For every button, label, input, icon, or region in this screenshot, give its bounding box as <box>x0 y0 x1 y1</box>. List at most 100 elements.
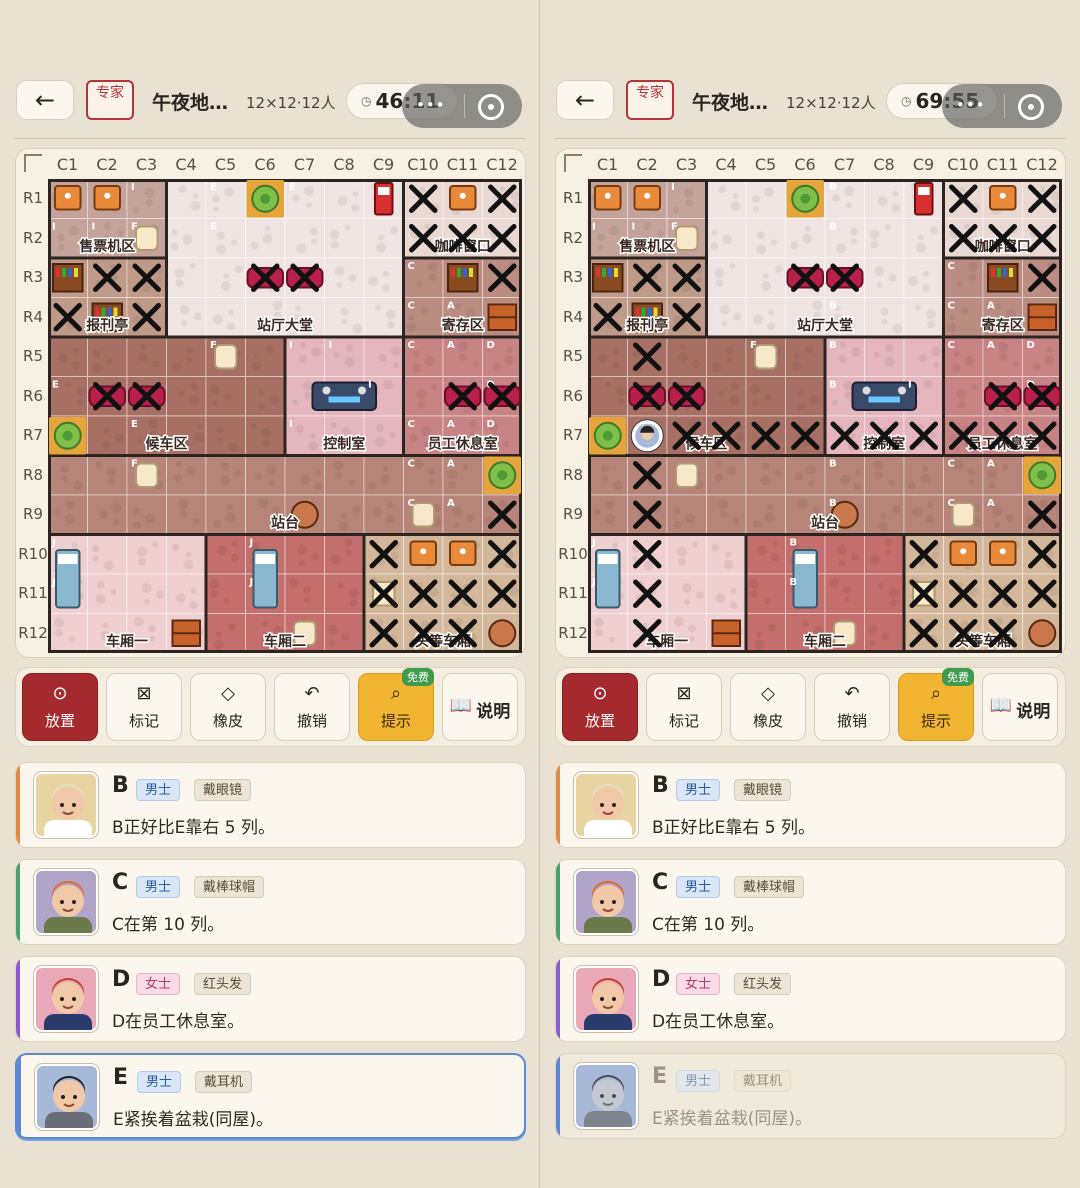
grid-cell[interactable] <box>166 376 207 417</box>
suspect-card[interactable]: C 男士 戴棒球帽 C在第 10 列。 <box>15 859 526 945</box>
undo-button[interactable]: ↶ 撤销 <box>814 673 890 741</box>
table-icon <box>449 540 477 566</box>
floor-texture <box>348 479 355 486</box>
grid-cell[interactable] <box>324 534 365 575</box>
grid-cell[interactable] <box>666 534 707 575</box>
floor-texture <box>345 549 352 556</box>
grid-cell[interactable] <box>745 218 786 259</box>
more-menu-icon[interactable]: ••• <box>416 96 446 114</box>
back-button[interactable]: ← <box>16 80 74 120</box>
suspect-card[interactable]: B 男士 戴眼镜 B正好比E靠右 5 列。 <box>555 762 1066 848</box>
close-miniapp-icon[interactable] <box>478 94 504 120</box>
grid-cell[interactable] <box>205 534 246 575</box>
grid-cell[interactable] <box>745 297 786 338</box>
grid-cell[interactable] <box>363 415 404 456</box>
floor-texture <box>175 279 184 287</box>
grid-cell[interactable] <box>706 376 747 417</box>
placed-suspect-avatar[interactable] <box>630 419 664 453</box>
back-button[interactable]: ← <box>556 80 614 120</box>
grid-cell[interactable] <box>284 534 325 575</box>
help-button[interactable]: 📖 说明 <box>982 673 1058 741</box>
close-miniapp-icon[interactable] <box>1018 94 1044 120</box>
suspect-card[interactable]: E 男士 戴耳机 E紧挨着盆栽(同屋)。 <box>15 1053 526 1139</box>
column-label: C11 <box>986 155 1019 174</box>
grid-cell[interactable] <box>166 573 207 614</box>
capsule-separator <box>1004 94 1005 118</box>
suspect-card[interactable]: B 男士 戴眼镜 B正好比E靠右 5 列。 <box>15 762 526 848</box>
floor-texture <box>330 554 341 565</box>
floor-texture <box>289 578 299 588</box>
grid-cell[interactable] <box>166 455 207 496</box>
eraser-button[interactable]: ◇ 橡皮 <box>730 673 806 741</box>
floor-texture <box>927 320 935 329</box>
grid-cell[interactable] <box>87 573 128 614</box>
grid-cell[interactable] <box>864 534 905 575</box>
more-menu-icon[interactable]: ••• <box>956 96 986 114</box>
grid-cell[interactable] <box>745 179 786 219</box>
grid-cell[interactable] <box>48 613 88 654</box>
grid-cell[interactable] <box>205 297 246 338</box>
grid-cell[interactable] <box>363 297 404 338</box>
floor-texture <box>212 400 218 407</box>
grid-cell[interactable] <box>706 179 747 219</box>
grid-cell[interactable] <box>166 336 207 377</box>
grid-cell[interactable] <box>864 257 905 298</box>
grid-cell[interactable] <box>785 376 826 417</box>
floor-texture <box>729 263 736 269</box>
grid-cell[interactable] <box>166 179 207 219</box>
hint-button[interactable]: ⌕ 提示 免费 <box>358 668 434 741</box>
puzzle-grid[interactable]: IEEIIFECCAFIICADEIDEICADFCACAJJJJ售票机区报刊亭… <box>48 179 522 653</box>
candidate-letter: I <box>329 340 333 351</box>
grid-cell[interactable] <box>706 257 747 298</box>
grid-cell[interactable] <box>205 415 246 456</box>
grid-cell[interactable] <box>245 455 286 496</box>
grid-cell[interactable] <box>864 336 905 377</box>
undo-button[interactable]: ↶ 撤销 <box>274 673 350 741</box>
grid-cell[interactable] <box>706 573 747 614</box>
eraser-button[interactable]: ◇ 橡皮 <box>190 673 266 741</box>
grid-cell[interactable] <box>324 257 365 298</box>
place-button[interactable]: ⊙ 放置 <box>22 673 98 741</box>
grid-cell[interactable] <box>785 336 826 377</box>
floor-texture <box>352 505 361 513</box>
grid-cell[interactable] <box>588 455 628 496</box>
grid-cell[interactable] <box>824 534 865 575</box>
card-accent <box>16 957 20 1041</box>
floor-texture <box>303 586 311 594</box>
grid-cell[interactable] <box>864 455 905 496</box>
grid-cell[interactable] <box>166 257 207 298</box>
grid-cell[interactable] <box>363 494 404 535</box>
grid-cell[interactable] <box>785 455 826 496</box>
grid-cell[interactable] <box>745 613 786 654</box>
column-label: C12 <box>1026 155 1058 174</box>
grid-cell[interactable] <box>745 534 786 575</box>
mark-button[interactable]: ⊠ 标记 <box>106 673 182 741</box>
suspect-card[interactable]: E 男士 戴耳机 E紧挨着盆栽(同屋)。 <box>555 1053 1066 1139</box>
place-button[interactable]: ⊙ 放置 <box>562 673 638 741</box>
floor-texture <box>725 346 734 354</box>
help-button[interactable]: 📖 说明 <box>442 673 518 741</box>
suspect-card[interactable]: D 女士 红头发 D在员工休息室。 <box>15 956 526 1042</box>
grid-cell[interactable] <box>245 376 286 417</box>
mark-button[interactable]: ⊠ 标记 <box>646 673 722 741</box>
puzzle-grid[interactable]: IBIIFBCBCAFBCADBIDBCABCAJBJB售票机区报刊亭站厅大堂咖… <box>588 179 1062 653</box>
floor-texture <box>711 229 718 236</box>
grid-cell[interactable] <box>284 218 325 259</box>
grid-cell[interactable] <box>205 613 246 654</box>
grid-cell[interactable] <box>706 336 747 377</box>
suspect-card[interactable]: D 女士 红头发 D在员工休息室。 <box>555 956 1066 1042</box>
suspect-card[interactable]: C 男士 戴棒球帽 C在第 10 列。 <box>555 859 1066 945</box>
grid-cell[interactable] <box>903 297 944 338</box>
grid-cell[interactable] <box>706 455 747 496</box>
grid-cell[interactable] <box>903 494 944 535</box>
back-arrow-icon: ← <box>34 86 56 114</box>
grid-cell[interactable] <box>324 455 365 496</box>
grid-cell[interactable] <box>864 218 905 259</box>
grid-cell[interactable] <box>324 218 365 259</box>
grid-cell[interactable] <box>87 455 128 496</box>
hint-button[interactable]: ⌕ 提示 免费 <box>898 668 974 741</box>
grid-cell[interactable] <box>48 455 88 496</box>
grid-cell[interactable] <box>245 336 286 377</box>
grid-cell[interactable] <box>126 534 167 575</box>
grid-cell[interactable] <box>588 613 628 654</box>
